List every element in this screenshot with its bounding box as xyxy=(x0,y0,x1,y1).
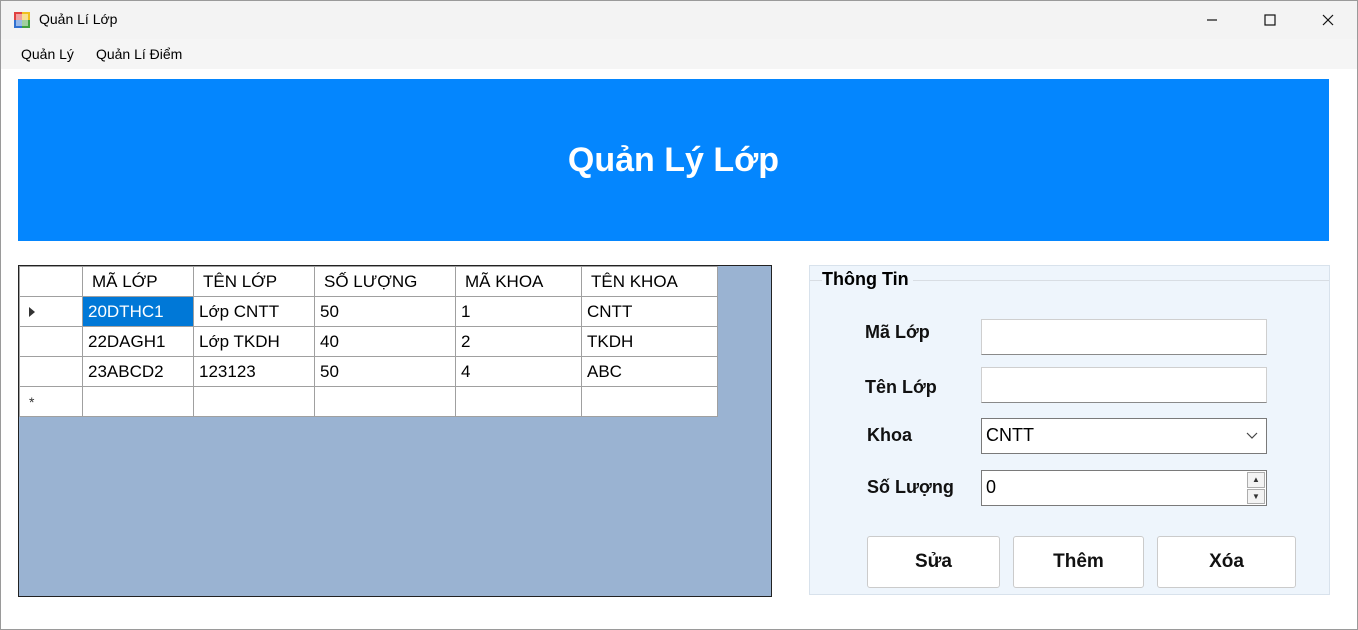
row-header-corner xyxy=(19,266,83,297)
arrow-up-icon: ▲ xyxy=(1252,475,1260,485)
chevron-down-icon xyxy=(1246,432,1258,439)
class-data-grid[interactable]: MÃ LỚP TÊN LỚP SỐ LƯỢNG MÃ KHOA TÊN KHOA… xyxy=(18,265,772,597)
so-luong-stepper[interactable]: 0 ▲ ▼ xyxy=(981,470,1267,506)
table-row[interactable]: 20DTHC1 Lớp CNTT 50 1 CNTT xyxy=(19,296,718,327)
grid-cell[interactable]: Lớp TKDH xyxy=(193,326,315,357)
khoa-select-value: CNTT xyxy=(986,425,1034,445)
window-title: Quản Lí Lớp xyxy=(39,11,118,27)
grid-cell[interactable]: 23ABCD2 xyxy=(82,356,194,387)
grid-cell[interactable]: CNTT xyxy=(581,296,718,327)
them-button[interactable]: Thêm xyxy=(1013,536,1144,588)
grid-cell[interactable]: 22DAGH1 xyxy=(82,326,194,357)
row-header-new[interactable]: * xyxy=(19,386,83,417)
minimize-icon xyxy=(1207,19,1217,21)
maximize-icon xyxy=(1264,14,1276,26)
ma-lop-input[interactable] xyxy=(981,319,1267,355)
increment-button[interactable]: ▲ xyxy=(1247,472,1265,488)
stepper-buttons: ▲ ▼ xyxy=(1247,472,1265,504)
xoa-button[interactable]: Xóa xyxy=(1157,536,1296,588)
row-header[interactable] xyxy=(19,326,83,357)
grid-cell[interactable] xyxy=(82,386,194,417)
title-bar: Quản Lí Lớp xyxy=(1,1,1357,39)
grid-cell[interactable]: 123123 xyxy=(193,356,315,387)
minimize-button[interactable] xyxy=(1183,1,1241,39)
grid-cell[interactable]: 4 xyxy=(455,356,582,387)
close-icon xyxy=(1322,14,1334,26)
column-header-so-luong[interactable]: SỐ LƯỢNG xyxy=(314,266,456,297)
grid-cell[interactable] xyxy=(581,386,718,417)
grid-cell[interactable]: 2 xyxy=(455,326,582,357)
grid-table: MÃ LỚP TÊN LỚP SỐ LƯỢNG MÃ KHOA TÊN KHOA… xyxy=(19,266,718,417)
sua-button[interactable]: Sửa xyxy=(867,536,1000,588)
column-header-ten-khoa[interactable]: TÊN KHOA xyxy=(581,266,718,297)
close-button[interactable] xyxy=(1299,1,1357,39)
header-banner: Quản Lý Lớp xyxy=(18,79,1329,241)
row-header[interactable] xyxy=(19,356,83,387)
new-row-star-icon: * xyxy=(29,393,35,410)
menu-quan-li-diem[interactable]: Quản Lí Điểm xyxy=(85,39,193,69)
grid-cell[interactable] xyxy=(193,386,315,417)
table-row[interactable]: 23ABCD2 123123 50 4 ABC xyxy=(19,356,718,387)
so-luong-label: Số Lượng xyxy=(867,477,954,497)
main-window: Quản Lí Lớp Quản Lý Quản Lí Điểm Quản Lý… xyxy=(0,0,1358,630)
row-header-current[interactable] xyxy=(19,296,83,327)
current-row-arrow-icon xyxy=(29,306,35,317)
grid-cell[interactable]: Lớp CNTT xyxy=(193,296,315,327)
info-groupbox: Thông Tin Mã Lớp Tên Lớp Khoa CNTT Số Lư… xyxy=(809,265,1330,595)
maximize-button[interactable] xyxy=(1241,1,1299,39)
new-row[interactable]: * xyxy=(19,386,718,417)
grid-cell-selected[interactable]: 20DTHC1 xyxy=(82,296,194,327)
ten-lop-label: Tên Lớp xyxy=(865,377,937,397)
ma-lop-label: Mã Lớp xyxy=(865,322,930,342)
table-row[interactable]: 22DAGH1 Lớp TKDH 40 2 TKDH xyxy=(19,326,718,357)
menu-quan-ly[interactable]: Quản Lý xyxy=(10,39,85,69)
arrow-down-icon: ▼ xyxy=(1252,491,1260,501)
grid-header-row: MÃ LỚP TÊN LỚP SỐ LƯỢNG MÃ KHOA TÊN KHOA xyxy=(19,266,718,297)
menu-bar: Quản Lý Quản Lí Điểm xyxy=(1,39,1357,69)
page-title: Quản Lý Lớp xyxy=(567,140,780,179)
grid-cell[interactable]: 40 xyxy=(314,326,456,357)
grid-cell[interactable] xyxy=(314,386,456,417)
column-header-ma-lop[interactable]: MÃ LỚP xyxy=(82,266,194,297)
grid-cell[interactable]: 50 xyxy=(314,356,456,387)
app-icon xyxy=(14,12,30,28)
grid-cell[interactable]: TKDH xyxy=(581,326,718,357)
client-area: Quản Lý Lớp MÃ LỚP TÊN LỚP SỐ LƯỢNG MÃ K… xyxy=(1,69,1357,629)
grid-cell[interactable]: ABC xyxy=(581,356,718,387)
grid-cell[interactable]: 50 xyxy=(314,296,456,327)
khoa-select[interactable]: CNTT xyxy=(981,418,1267,454)
column-header-ten-lop[interactable]: TÊN LỚP xyxy=(193,266,315,297)
decrement-button[interactable]: ▼ xyxy=(1247,488,1265,504)
ten-lop-input[interactable] xyxy=(981,367,1267,403)
column-header-ma-khoa[interactable]: MÃ KHOA xyxy=(455,266,582,297)
so-luong-value: 0 xyxy=(986,477,997,497)
groupbox-title: Thông Tin xyxy=(822,269,913,290)
grid-cell[interactable] xyxy=(455,386,582,417)
grid-cell[interactable]: 1 xyxy=(455,296,582,327)
khoa-label: Khoa xyxy=(867,425,912,445)
